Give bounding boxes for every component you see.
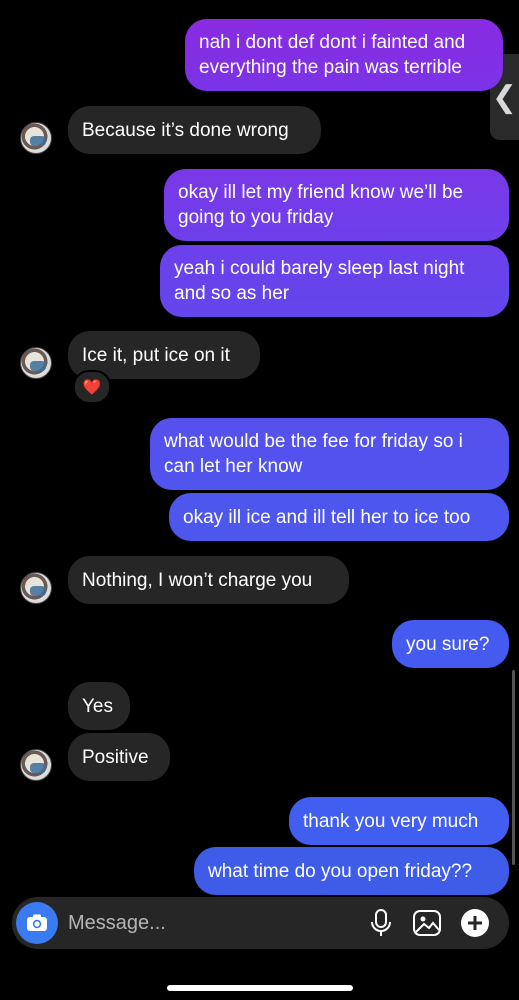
- contact-avatar[interactable]: [20, 122, 52, 154]
- message-text: okay ill ice and ill tell her to ice too: [183, 506, 471, 528]
- message-text: what would be the fee for friday so i ca…: [164, 431, 463, 477]
- message-text: yeah i could barely sleep last night and…: [174, 258, 465, 304]
- message-text: you sure?: [406, 633, 490, 655]
- outgoing-message[interactable]: nah i dont def dont i fainted and everyt…: [185, 19, 503, 91]
- outgoing-message[interactable]: you sure?: [392, 620, 509, 668]
- gallery-button[interactable]: [411, 907, 443, 939]
- incoming-message[interactable]: Nothing, I won’t charge you: [68, 556, 349, 604]
- microphone-icon: [371, 909, 391, 936]
- camera-button[interactable]: [16, 902, 58, 944]
- message-text: Yes: [82, 695, 113, 717]
- message-text: what time do you open friday??: [208, 860, 473, 882]
- message-text: Because it’s done wrong: [82, 119, 289, 141]
- heart-icon: ❤️: [82, 379, 102, 396]
- outgoing-message[interactable]: okay ill ice and ill tell her to ice too: [169, 493, 509, 541]
- outgoing-message[interactable]: what would be the fee for friday so i ca…: [150, 418, 509, 490]
- heart-reaction[interactable]: ❤️: [73, 370, 111, 404]
- home-indicator[interactable]: [167, 985, 353, 991]
- outgoing-message[interactable]: what time do you open friday??: [194, 847, 509, 895]
- message-input-placeholder: Message...: [68, 911, 166, 934]
- message-composer: Message...: [12, 897, 509, 949]
- plus-icon: [461, 909, 489, 937]
- message-input[interactable]: Message...: [68, 897, 166, 949]
- gallery-icon: [413, 910, 441, 936]
- message-text: okay ill let my friend know we’ll be goi…: [178, 182, 464, 228]
- outgoing-message[interactable]: yeah i could barely sleep last night and…: [160, 245, 509, 317]
- message-text: nah i dont def dont i fainted and everyt…: [199, 32, 466, 78]
- previous-message-edge: [0, 0, 519, 6]
- outgoing-message[interactable]: thank you very much: [289, 797, 509, 845]
- message-text: thank you very much: [303, 810, 479, 832]
- incoming-message[interactable]: Yes: [68, 682, 130, 730]
- incoming-message[interactable]: Because it’s done wrong: [68, 106, 321, 154]
- scrollbar[interactable]: [512, 670, 515, 865]
- incoming-message[interactable]: Positive: [68, 733, 170, 781]
- microphone-button[interactable]: [365, 907, 397, 939]
- camera-icon: [27, 914, 47, 931]
- contact-avatar[interactable]: [20, 347, 52, 379]
- message-text: Positive: [82, 746, 149, 768]
- contact-avatar[interactable]: [20, 749, 52, 781]
- message-text: Nothing, I won’t charge you: [82, 569, 313, 591]
- add-button[interactable]: [459, 907, 491, 939]
- outgoing-message[interactable]: okay ill let my friend know we’ll be goi…: [164, 169, 509, 241]
- message-text: Ice it, put ice on it: [82, 344, 230, 366]
- contact-avatar[interactable]: [20, 572, 52, 604]
